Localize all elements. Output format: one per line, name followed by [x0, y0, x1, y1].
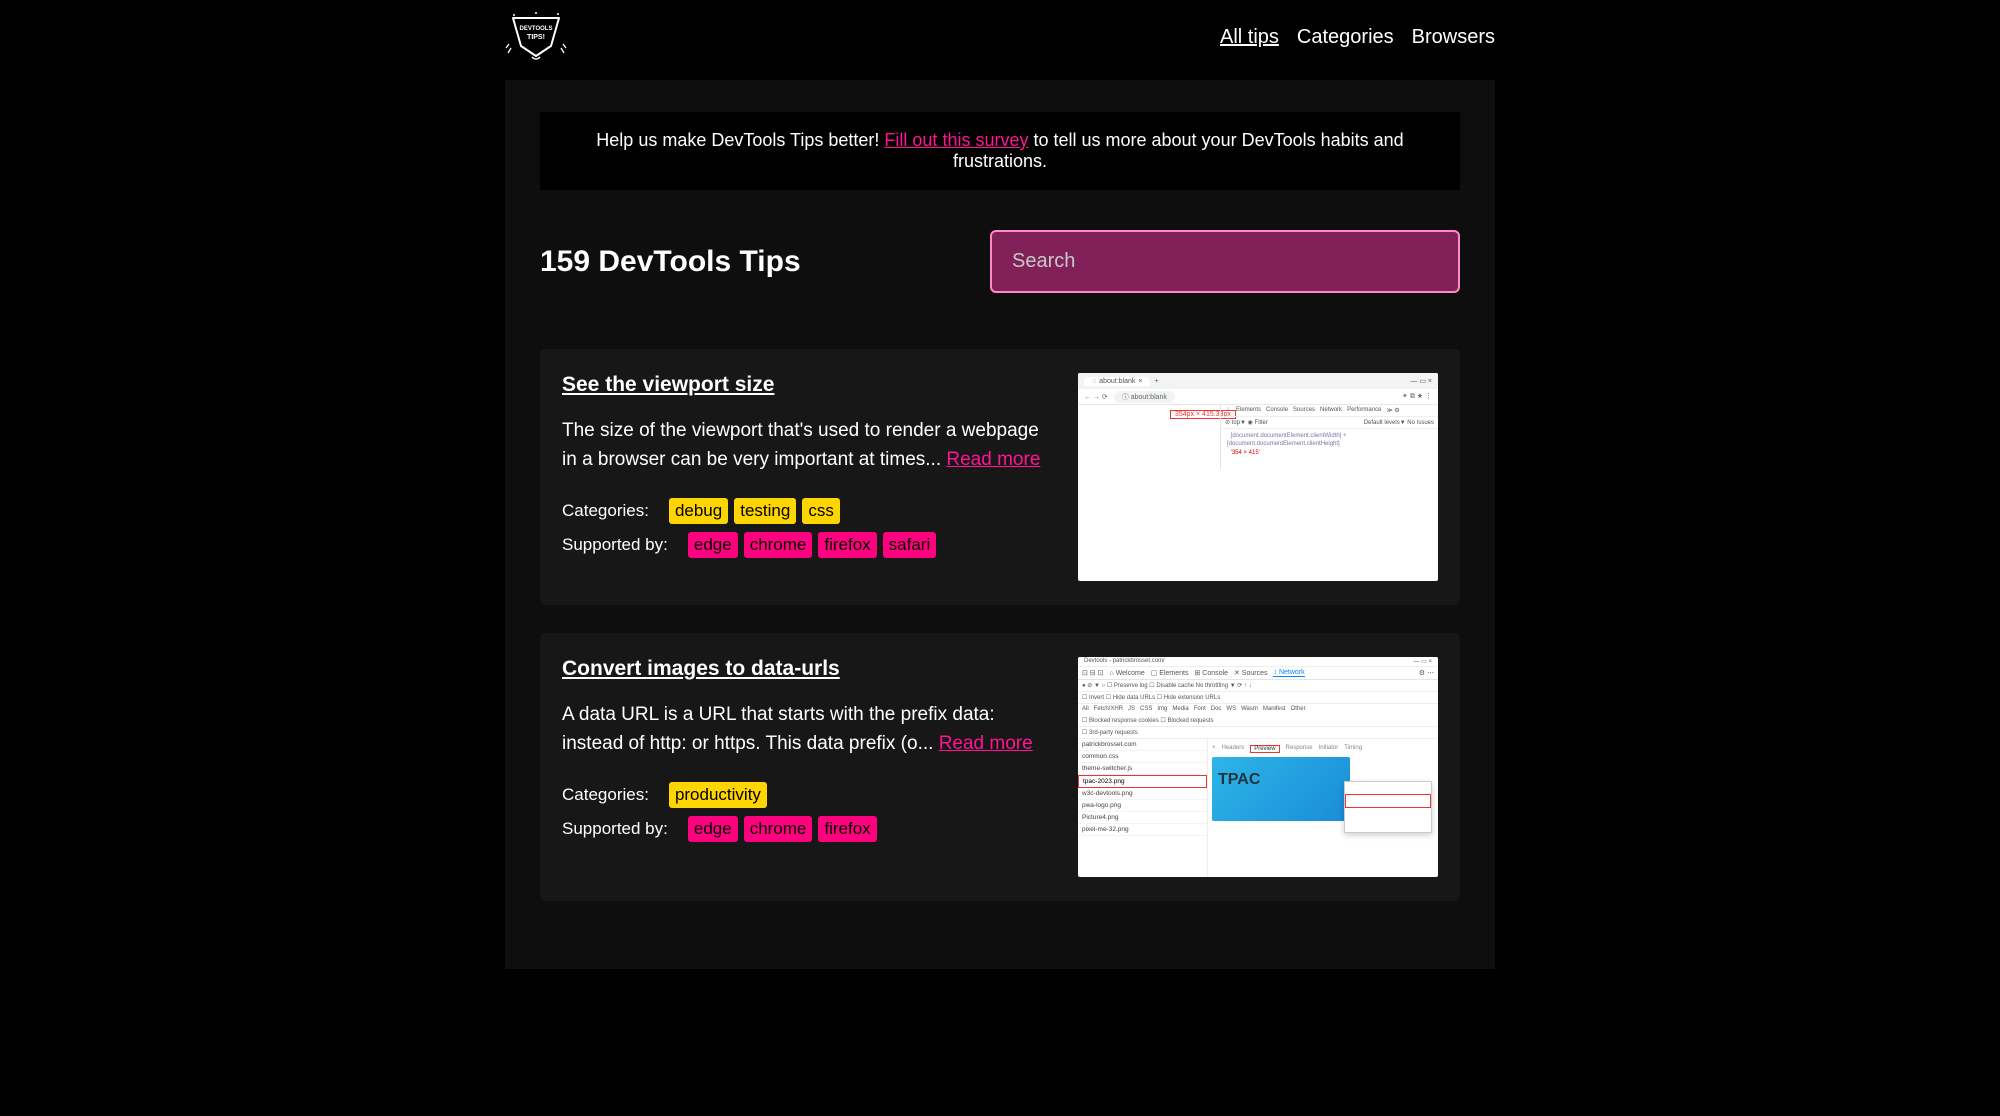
- thumb-result: '354 × 415': [1231, 450, 1260, 456]
- svg-text:TIPS!: TIPS!: [527, 34, 545, 41]
- context-menu-item: Open image in new tab: [1345, 808, 1431, 820]
- tip-thumbnail: Devtools - patrickbrosset.com/— ▭ × ⊡ ⊟ …: [1078, 657, 1438, 877]
- site-header: DEVTOOLS TIPS! All tips Categories Brows…: [505, 0, 1495, 80]
- file-item: common.css: [1078, 751, 1207, 763]
- category-tag[interactable]: css: [802, 498, 840, 524]
- tip-card: Convert images to data-urls A data URL i…: [540, 633, 1460, 901]
- browser-tag[interactable]: edge: [688, 532, 738, 558]
- read-more-link[interactable]: Read more: [939, 733, 1033, 754]
- categories-label: Categories:: [562, 785, 649, 805]
- thumb-address: about:blank: [1131, 394, 1167, 401]
- context-menu-item: Save image as...: [1345, 820, 1431, 832]
- context-menu-item: Copy image as data URI: [1345, 794, 1431, 808]
- category-tag[interactable]: productivity: [669, 782, 767, 808]
- survey-banner: Help us make DevTools Tips better! Fill …: [540, 112, 1460, 190]
- file-item: pwa-logo.png: [1078, 800, 1207, 812]
- nav-browsers[interactable]: Browsers: [1412, 26, 1495, 49]
- page-title: 159 DevTools Tips: [540, 245, 801, 279]
- tip-card: See the viewport size The size of the vi…: [540, 349, 1460, 605]
- nav-categories[interactable]: Categories: [1297, 26, 1394, 49]
- svg-text:DEVTOOLS: DEVTOOLS: [520, 26, 553, 32]
- file-item: tpac-2023.png: [1078, 775, 1207, 788]
- tip-description: The size of the viewport that's used to …: [562, 417, 1042, 474]
- categories-row: Categories: debug testing css: [562, 498, 1050, 524]
- tip-description: A data URL is a URL that starts with the…: [562, 701, 1042, 758]
- file-item: w3c-devtools.png: [1078, 788, 1207, 800]
- file-item: pixel-me-32.png: [1078, 824, 1207, 836]
- logo[interactable]: DEVTOOLS TIPS!: [505, 12, 567, 62]
- file-item: Picture4.png: [1078, 812, 1207, 824]
- banner-prefix: Help us make DevTools Tips better!: [596, 130, 884, 150]
- tip-title[interactable]: See the viewport size: [562, 373, 774, 397]
- category-tag[interactable]: debug: [669, 498, 728, 524]
- thumb-image-text: TPAC: [1218, 771, 1260, 789]
- browser-tag[interactable]: safari: [883, 532, 937, 558]
- survey-link[interactable]: Fill out this survey: [884, 130, 1028, 150]
- browsers-row: Supported by: edge chrome firefox safari: [562, 532, 1050, 558]
- main-nav: All tips Categories Browsers: [1220, 26, 1495, 49]
- thumb-code: [document.documentElement.clientWidth] +…: [1227, 433, 1347, 447]
- main-content: Help us make DevTools Tips better! Fill …: [505, 80, 1495, 969]
- supported-label: Supported by:: [562, 535, 668, 555]
- browser-tag[interactable]: chrome: [744, 532, 813, 558]
- browsers-row: Supported by: edge chrome firefox: [562, 816, 1050, 842]
- categories-row: Categories: productivity: [562, 782, 1050, 808]
- browser-tag[interactable]: chrome: [744, 816, 813, 842]
- file-item: patrickbrosset.com: [1078, 739, 1207, 751]
- browser-tag[interactable]: firefox: [818, 532, 876, 558]
- nav-all-tips[interactable]: All tips: [1220, 26, 1279, 49]
- read-more-link[interactable]: Read more: [946, 449, 1040, 470]
- thumb-window-title: Devtools - patrickbrosset.com/: [1084, 658, 1165, 664]
- categories-label: Categories:: [562, 501, 649, 521]
- tip-title[interactable]: Convert images to data-urls: [562, 657, 840, 681]
- browser-tag[interactable]: firefox: [818, 816, 876, 842]
- category-tag[interactable]: testing: [734, 498, 796, 524]
- header-row: 159 DevTools Tips: [540, 230, 1460, 293]
- thumb-tab: about:blank: [1099, 378, 1135, 385]
- tip-thumbnail: ◌ about:blank ×+— ▭ × ← → ⟳ⓘ about:blank…: [1078, 373, 1438, 581]
- browser-tag[interactable]: edge: [688, 816, 738, 842]
- search-input[interactable]: [990, 230, 1460, 293]
- tip-desc-text: A data URL is a URL that starts with the…: [562, 704, 995, 754]
- context-menu-item: Copy image URL: [1345, 782, 1431, 794]
- file-item: theme-switcher.js: [1078, 763, 1207, 775]
- supported-label: Supported by:: [562, 819, 668, 839]
